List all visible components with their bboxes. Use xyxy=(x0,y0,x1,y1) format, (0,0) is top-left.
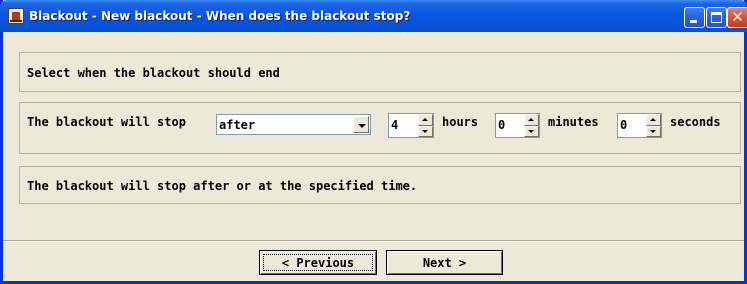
wizard-window: Blackout - New blackout - When does the … xyxy=(0,0,747,284)
app-icon xyxy=(8,8,24,24)
close-icon: ✕ xyxy=(731,8,744,26)
stop-time-panel: The blackout will stop after 4 hours 0 m… xyxy=(19,102,741,154)
hours-up-arrow-icon[interactable] xyxy=(418,114,433,126)
instructions-panel: Select when the blackout should end xyxy=(19,52,741,92)
minutes-stepper[interactable]: 0 xyxy=(495,113,540,138)
maximize-button[interactable] xyxy=(706,7,727,28)
seconds-down-arrow-icon[interactable] xyxy=(646,125,661,137)
minimize-button[interactable] xyxy=(684,7,705,28)
hours-value[interactable]: 4 xyxy=(391,118,398,132)
footer-divider xyxy=(3,240,744,242)
minutes-unit-label: minutes xyxy=(548,115,599,129)
hours-down-arrow-icon[interactable] xyxy=(418,125,433,137)
stop-mode-value: after xyxy=(219,118,256,132)
seconds-up-arrow-icon[interactable] xyxy=(646,114,661,126)
chevron-down-icon[interactable] xyxy=(353,116,369,133)
seconds-stepper[interactable]: 0 xyxy=(617,113,662,138)
previous-button[interactable]: < Previous xyxy=(259,250,377,275)
title-bar[interactable]: Blackout - New blackout - When does the … xyxy=(0,0,747,32)
minutes-up-arrow-icon[interactable] xyxy=(524,114,539,126)
seconds-unit-label: seconds xyxy=(670,115,721,129)
window-title: Blackout - New blackout - When does the … xyxy=(29,9,411,23)
close-button[interactable]: ✕ xyxy=(727,7,747,28)
minutes-down-arrow-icon[interactable] xyxy=(524,125,539,137)
hours-stepper[interactable]: 4 xyxy=(388,113,434,138)
hours-unit-label: hours xyxy=(442,115,479,129)
minutes-value[interactable]: 0 xyxy=(498,118,505,132)
maximize-icon xyxy=(711,12,722,23)
seconds-value[interactable]: 0 xyxy=(620,118,627,132)
summary-panel: The blackout will stop after or at the s… xyxy=(19,166,741,204)
stop-prefix-label: The blackout will stop xyxy=(27,115,186,129)
next-button[interactable]: Next > xyxy=(386,250,503,275)
stop-mode-select[interactable]: after xyxy=(216,114,371,135)
minimize-icon xyxy=(690,20,697,23)
instructions-text: Select when the blackout should end xyxy=(27,66,280,80)
summary-text: The blackout will stop after or at the s… xyxy=(27,179,418,193)
